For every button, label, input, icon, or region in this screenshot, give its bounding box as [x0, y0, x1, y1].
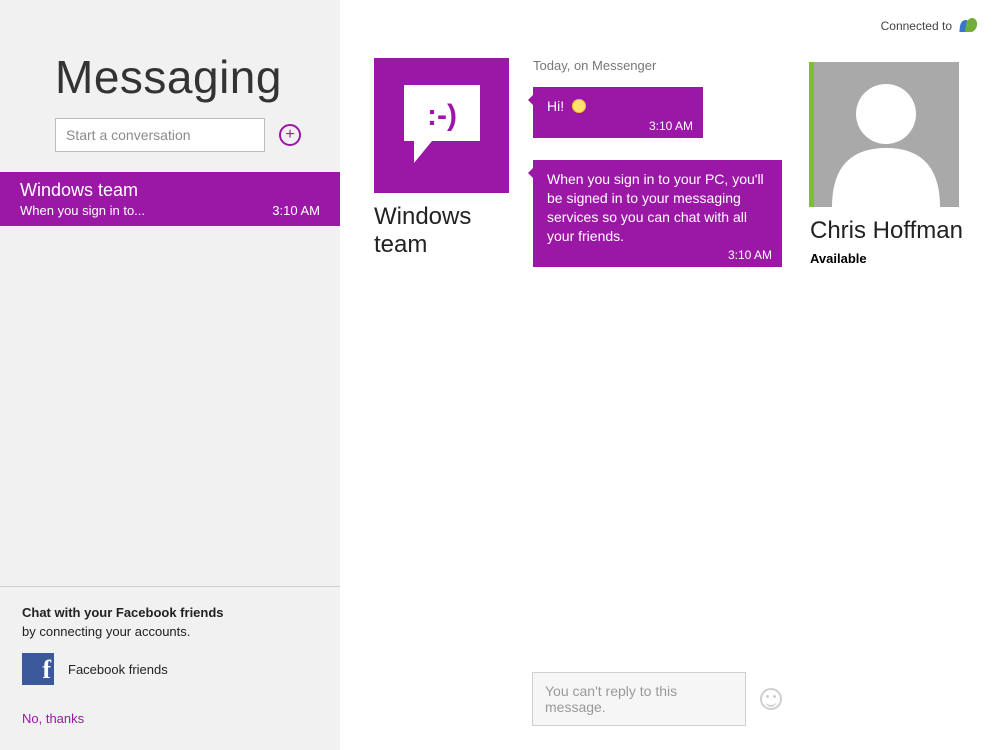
sidebar: Messaging Windows team When you sign in …	[0, 0, 340, 750]
sender-column: :-) Windows team	[374, 58, 509, 750]
facebook-prompt: Chat with your Facebook friends by conne…	[0, 586, 340, 750]
message-text: When you sign in to your PC, you'll be s…	[547, 171, 764, 244]
start-conversation-row	[0, 118, 340, 172]
chat-bubble-icon: :-)	[396, 85, 488, 167]
svg-text::-): :-)	[427, 99, 457, 132]
reply-row: You can't reply to this message.	[532, 672, 782, 726]
reply-input: You can't reply to this message.	[532, 672, 746, 726]
conversation-panel: :-) Windows team Today, on Messenger Hi!…	[340, 0, 800, 750]
message-column: Today, on Messenger Hi! 3:10 AM When you…	[509, 58, 782, 750]
app-title: Messaging	[0, 0, 340, 118]
message-text: Hi!	[547, 98, 564, 114]
facebook-icon: f	[22, 653, 54, 685]
presence-indicator	[809, 62, 814, 207]
me-panel: Connected to Chris Hoffman Available	[800, 0, 1000, 750]
connected-status: Connected to	[810, 18, 978, 34]
conversation-name: Windows team	[20, 180, 320, 201]
sender-avatar-tile: :-)	[374, 58, 509, 193]
connected-label: Connected to	[881, 19, 952, 33]
facebook-friends-label: Facebook friends	[68, 662, 168, 677]
me-avatar[interactable]	[814, 62, 959, 207]
conversation-time: 3:10 AM	[272, 203, 320, 218]
facebook-prompt-line2: by connecting your accounts.	[22, 624, 318, 639]
start-conversation-input[interactable]	[55, 118, 265, 152]
message-bubble: When you sign in to your PC, you'll be s…	[533, 160, 782, 268]
me-status: Available	[810, 251, 978, 266]
message-bubble: Hi! 3:10 AM	[533, 87, 703, 138]
facebook-no-thanks-link[interactable]: No, thanks	[22, 711, 318, 726]
avatar-placeholder-icon	[814, 62, 959, 207]
thread-day-header: Today, on Messenger	[533, 58, 782, 73]
add-conversation-button[interactable]	[279, 124, 301, 146]
message-time: 3:10 AM	[649, 118, 693, 134]
conversation-item[interactable]: Windows team When you sign in to... 3:10…	[0, 172, 340, 226]
messenger-icon	[960, 18, 978, 34]
facebook-prompt-line1: Chat with your Facebook friends	[22, 605, 318, 620]
smile-emoji-icon	[572, 99, 586, 113]
message-time: 3:10 AM	[728, 247, 772, 263]
me-name: Chris Hoffman	[810, 217, 978, 245]
facebook-friends-item[interactable]: f Facebook friends	[22, 653, 318, 685]
emoji-picker-button[interactable]	[760, 688, 782, 710]
sender-name: Windows team	[374, 203, 509, 258]
